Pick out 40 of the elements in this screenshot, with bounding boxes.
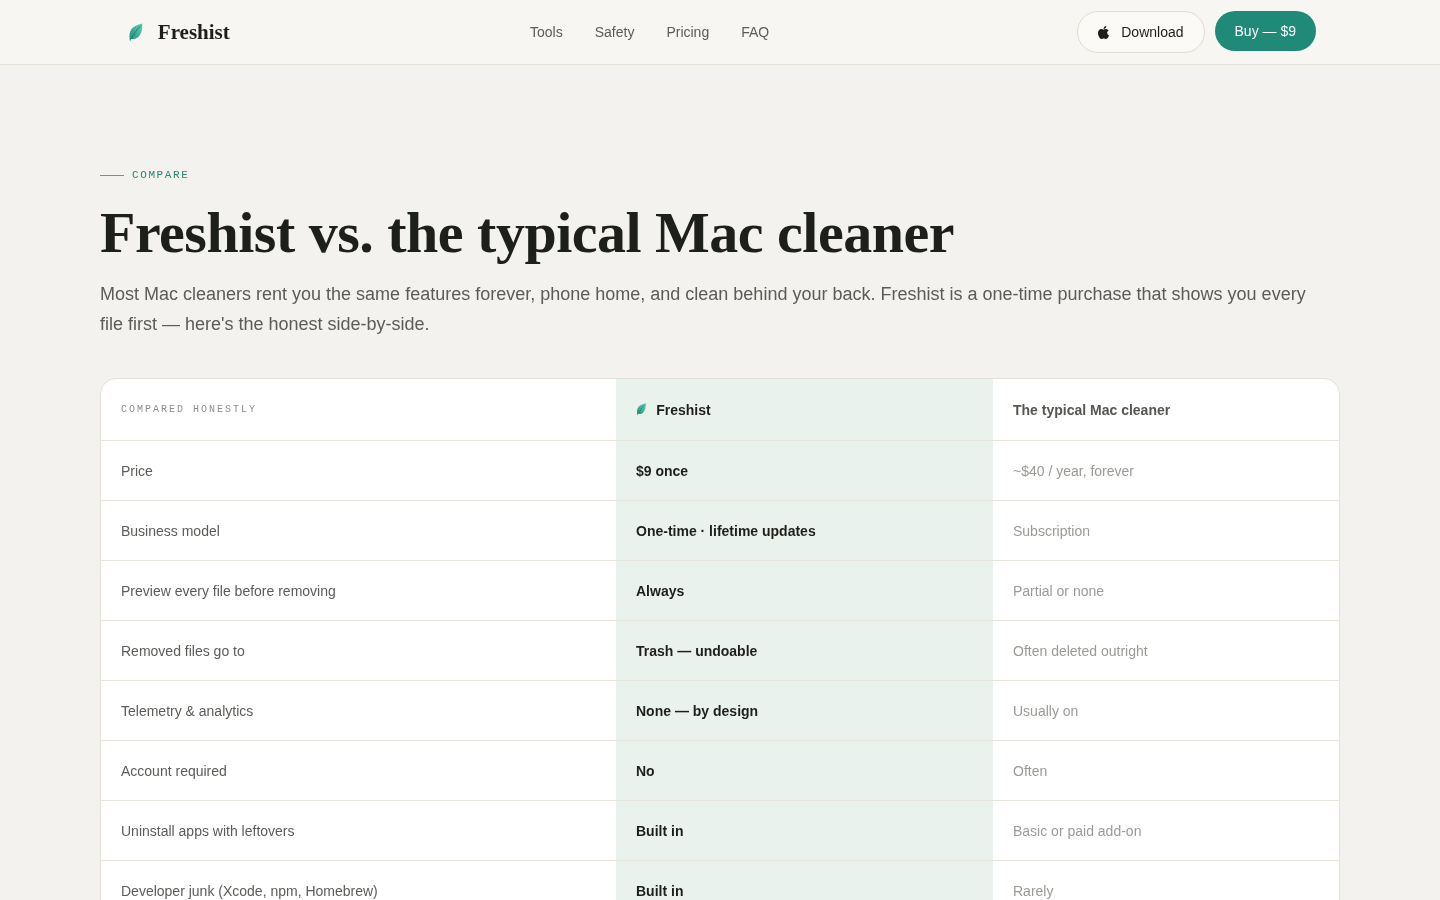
table-cell: Trash — undoable	[636, 642, 758, 659]
column-header: The typical Mac cleaner	[1012, 400, 1172, 420]
table-cell: Basic or paid add-on	[1013, 822, 1142, 839]
nav-link[interactable]: FAQ	[741, 24, 770, 40]
table-cell: ~$40 / year, forever	[1013, 462, 1135, 479]
leaf-logo-icon	[128, 22, 143, 42]
table-cell: Telemetry & analytics	[121, 702, 254, 719]
table-cell: Rarely	[1013, 882, 1054, 899]
leaf-icon	[636, 403, 647, 416]
nav-link[interactable]: Safety	[594, 24, 635, 40]
brand-name: Freshist	[157, 19, 230, 45]
table-cell: Business model	[121, 522, 220, 539]
nav-link[interactable]: Pricing	[666, 24, 710, 40]
table-cell: Built in	[636, 822, 684, 839]
buy-button[interactable]: Buy — $9	[1214, 11, 1316, 51]
table-cell: $9 once	[636, 462, 689, 479]
table-cell: Often	[1013, 762, 1048, 779]
table-cell: Uninstall apps with leftovers	[121, 822, 295, 839]
table-cell: Developer junk (Xcode, npm, Homebrew)	[121, 882, 378, 899]
table-cell: No	[636, 762, 655, 779]
table-cell: Price	[121, 462, 153, 479]
table-cell: Always	[636, 582, 685, 599]
table-cell: Subscription	[1013, 522, 1091, 539]
table-cell: Often deleted outright	[1013, 642, 1148, 659]
column-header: COMPARED HONESTLY	[120, 403, 259, 417]
table-cell: Account required	[121, 762, 227, 779]
table-cell: One-time · lifetime updates	[636, 522, 816, 539]
intro-paragraph: Most Mac cleaners rent you the same features forever, phone home, and clean behind your back. Freshist is a one-time purchase that shows you every file first — here's the honest side-by-side.	[100, 283, 1307, 336]
column-title: Freshist	[656, 401, 711, 418]
table-cell: Partial or none	[1013, 582, 1105, 599]
page-heading: Freshist vs. the typical Mac cleaner	[100, 199, 955, 267]
download-button[interactable]: Download	[1077, 11, 1205, 53]
table-cell: Preview every file before removing	[121, 582, 336, 599]
apple-icon	[1096, 24, 1112, 40]
table-cell: None — by design	[636, 702, 759, 719]
table-cell: Removed files go to	[121, 642, 245, 659]
table-cell: Built in	[636, 882, 684, 899]
eyebrow-label: COMPARE	[132, 169, 190, 181]
nav-link[interactable]: Tools	[530, 24, 563, 40]
table-cell: Usually on	[1013, 702, 1079, 719]
